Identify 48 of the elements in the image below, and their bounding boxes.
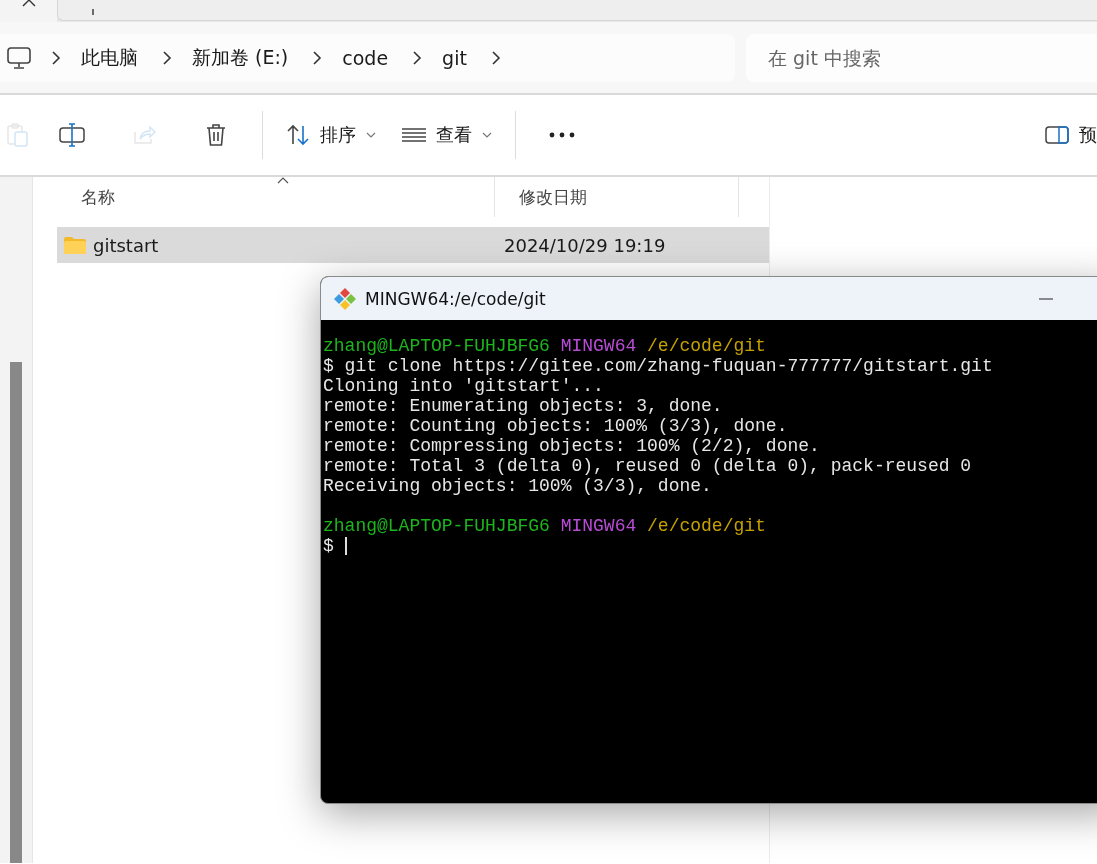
chevron-icon xyxy=(51,49,61,66)
share-icon xyxy=(132,123,156,147)
chevron-icon xyxy=(162,49,172,66)
rename-icon xyxy=(59,123,85,147)
terminal-text: remote: Counting objects: 100% (3/3), done. xyxy=(323,416,788,436)
terminal-text: Receiving objects: 100% (3/3), done. xyxy=(323,476,712,496)
sort-button[interactable]: 排序 xyxy=(273,113,389,157)
file-name: gitstart xyxy=(93,234,159,256)
more-icon xyxy=(549,132,575,138)
chevron-icon xyxy=(312,49,323,66)
chevron-icon xyxy=(412,49,423,66)
window-title: MINGW64:/e/code/git xyxy=(365,288,547,309)
column-header[interactable]: 修改日期 xyxy=(495,177,739,217)
breadcrumb-item[interactable]: code xyxy=(326,46,405,69)
file-row[interactable]: gitstart 2024/10/29 19:19 xyxy=(57,227,769,263)
computer-icon[interactable] xyxy=(7,45,31,70)
terminal-text: zhang@LAPTOP-FUHJBFG6 xyxy=(323,516,551,536)
clipboard-icon xyxy=(6,122,30,148)
view-button[interactable]: 查看 xyxy=(389,113,505,157)
modified-date: 2024/10/29 19:19 xyxy=(504,234,666,256)
breadcrumb-item[interactable]: 新加卷 (E:) xyxy=(176,44,305,71)
terminal-text: Cloning into 'gitstart'... xyxy=(323,376,604,396)
terminal-text: $ xyxy=(323,536,334,556)
search-field[interactable]: 在 git 中搜索 xyxy=(746,33,1097,82)
terminal-text: MINGW64 xyxy=(560,336,638,356)
terminal-text: $ git clone https://gitee.com/zhang-fuquan-777777/gitstart.git xyxy=(323,356,993,376)
chevron-icon xyxy=(490,49,501,66)
breadcrumb-item[interactable]: 此电脑 xyxy=(65,44,154,71)
sort-icon xyxy=(286,124,310,146)
minimize-icon[interactable] xyxy=(1039,297,1053,300)
terminal-text: remote: Compressing objects: 100% (2/2), done. xyxy=(323,436,820,456)
terminal-text: /e/code/git xyxy=(647,336,766,356)
delete-icon xyxy=(205,123,227,147)
breadcrumb-item[interactable]: git xyxy=(426,46,483,69)
scrollbar-thumb[interactable] xyxy=(10,362,22,863)
diamond-logo-icon xyxy=(333,286,357,311)
list-view-icon xyxy=(402,127,426,143)
caret-icon xyxy=(482,132,492,138)
folder-icon xyxy=(63,236,87,254)
preview-button[interactable]: 预 xyxy=(1032,113,1097,157)
caret-icon xyxy=(366,132,376,138)
terminal-text: MINGW64 xyxy=(560,516,638,536)
terminal-text: remote: Total 3 (delta 0), reused 0 (delta 0), pack-reused 0 xyxy=(323,456,972,476)
terminal-text: remote: Enumerating objects: 3, done. xyxy=(323,396,723,416)
terminal-text: zhang@LAPTOP-FUHJBFG6 xyxy=(323,336,551,356)
preview-pane-icon xyxy=(1045,126,1069,144)
terminal-text: /e/code/git xyxy=(647,516,766,536)
column-header[interactable]: 名称 xyxy=(57,177,495,217)
